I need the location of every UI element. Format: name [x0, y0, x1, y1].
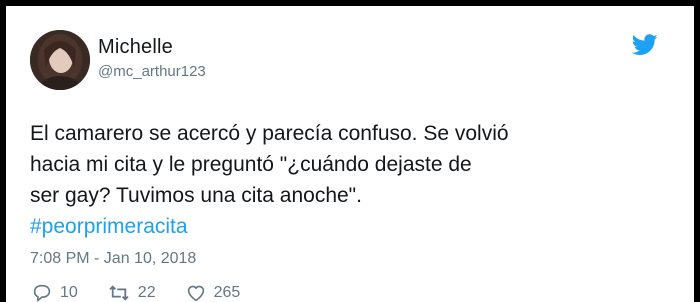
hashtag-link[interactable]: #peorprimeracita: [30, 211, 670, 242]
retweet-icon: [109, 285, 129, 301]
tweet-text-line: El camarero se acercó y parecía confuso.…: [30, 122, 509, 145]
tweet-timestamp[interactable]: 7:08 PM - Jan 10, 2018: [30, 250, 196, 268]
retweet-button[interactable]: 22: [108, 284, 156, 302]
reply-icon: [33, 284, 51, 302]
twitter-bird-icon[interactable]: [631, 34, 658, 56]
heart-icon: [187, 285, 204, 302]
tweet-text-line: hacia mi cita y le preguntó "¿cuándo dej…: [30, 153, 472, 176]
tweet-text-line: ser gay? Tuvimos una cita anoche".: [30, 184, 362, 207]
avatar[interactable]: [30, 30, 90, 90]
like-button[interactable]: 265: [186, 284, 241, 302]
author-handle[interactable]: @mc_arthur123: [98, 63, 206, 80]
like-count: 265: [213, 284, 241, 301]
retweet-count: 22: [137, 284, 156, 301]
action-bar: 10 22 265: [32, 284, 240, 302]
author-name[interactable]: Michelle: [98, 36, 173, 59]
avatar-photo: [30, 30, 90, 90]
reply-count: 10: [60, 284, 78, 301]
reply-button[interactable]: 10: [32, 284, 78, 302]
tweet-text: El camarero se acercó y parecía confuso.…: [30, 118, 670, 242]
tweet-card: Michelle @mc_arthur123 El camarero se ac…: [6, 6, 694, 302]
